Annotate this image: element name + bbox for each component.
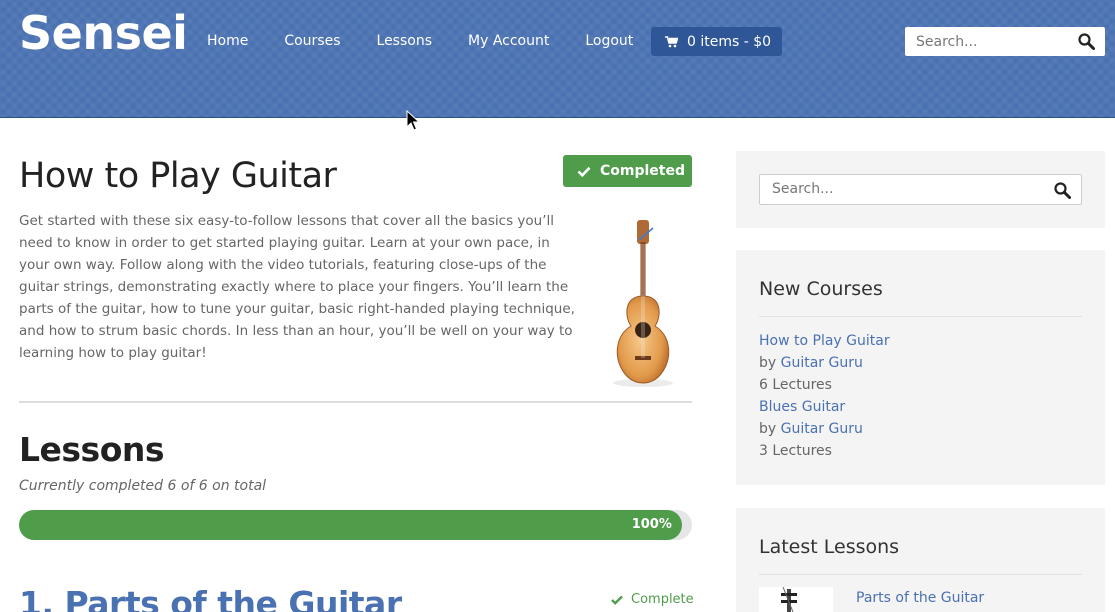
lecture-count: 6 Lectures [759, 377, 832, 393]
latest-lessons-title: Latest Lessons [759, 536, 900, 558]
progress-bar-fill: 100% [19, 510, 682, 540]
course-title: How to Play Guitar [19, 156, 337, 196]
course-image [613, 220, 673, 387]
lesson-status: Complete [611, 592, 694, 607]
sidebar-search-placeholder: Search... [772, 181, 834, 197]
sidebar-search-input[interactable]: Search... [759, 174, 1082, 205]
widget-divider [759, 574, 1082, 575]
by-label: by [759, 421, 777, 437]
cart-button[interactable]: 0 items - $0 [651, 27, 782, 56]
cart-icon [665, 35, 678, 47]
latest-lesson-item: Parts of the Guitar [759, 587, 984, 612]
nav-home[interactable]: Home [207, 31, 248, 51]
latest-lessons-widget: Latest Lessons Parts of the Guitar [736, 508, 1105, 612]
cart-label: 0 items - $0 [687, 33, 772, 50]
checkmark-icon [611, 595, 623, 605]
course-link[interactable]: How to Play Guitar [759, 333, 890, 349]
nav-courses[interactable]: Courses [284, 31, 340, 51]
progress-text: Currently completed 6 of 6 on total [19, 478, 267, 494]
new-courses-list: How to Play Guitar by Guitar Guru 6 Lect… [759, 330, 890, 462]
new-courses-title: New Courses [759, 278, 883, 300]
new-courses-widget: New Courses How to Play Guitar by Guitar… [736, 250, 1105, 485]
checkmark-icon [577, 166, 591, 177]
header-search-placeholder: Search... [916, 33, 978, 50]
nav-lessons[interactable]: Lessons [377, 31, 433, 51]
latest-lesson-link[interactable]: Parts of the Guitar [856, 587, 984, 612]
author-link[interactable]: Guitar Guru [781, 421, 863, 437]
main-nav: Home Courses Lessons My Account Logout [207, 31, 669, 51]
course-link[interactable]: Blues Guitar [759, 399, 845, 415]
mouse-cursor-icon [406, 110, 420, 131]
author-link[interactable]: Guitar Guru [781, 355, 863, 371]
search-icon[interactable] [1078, 33, 1095, 50]
site-header: Sensei Home Courses Lessons My Account L… [0, 0, 1115, 118]
course-description: Get started with these six easy-to-follo… [19, 213, 575, 361]
section-divider [19, 401, 692, 403]
progress-label: 100% [631, 517, 672, 532]
lecture-count: 3 Lectures [759, 443, 832, 459]
lesson-thumbnail[interactable] [759, 587, 833, 612]
nav-my-account[interactable]: My Account [468, 31, 549, 51]
by-label: by [759, 355, 777, 371]
widget-divider [759, 316, 1082, 317]
search-icon[interactable] [1054, 182, 1071, 199]
completed-badge-label: Completed [600, 163, 686, 179]
guitar-thumbnail-icon [781, 587, 797, 612]
lesson-title-link[interactable]: 1. Parts of the Guitar [19, 584, 402, 612]
lesson-status-label: Complete [631, 592, 694, 607]
lessons-heading: Lessons [19, 430, 165, 469]
header-search-input[interactable]: Search... [905, 27, 1105, 56]
site-logo[interactable]: Sensei [19, 6, 188, 60]
completed-badge: Completed [563, 155, 692, 187]
nav-logout[interactable]: Logout [585, 31, 633, 51]
sidebar-search-widget: Search... [736, 151, 1105, 228]
progress-bar: 100% [19, 510, 692, 540]
